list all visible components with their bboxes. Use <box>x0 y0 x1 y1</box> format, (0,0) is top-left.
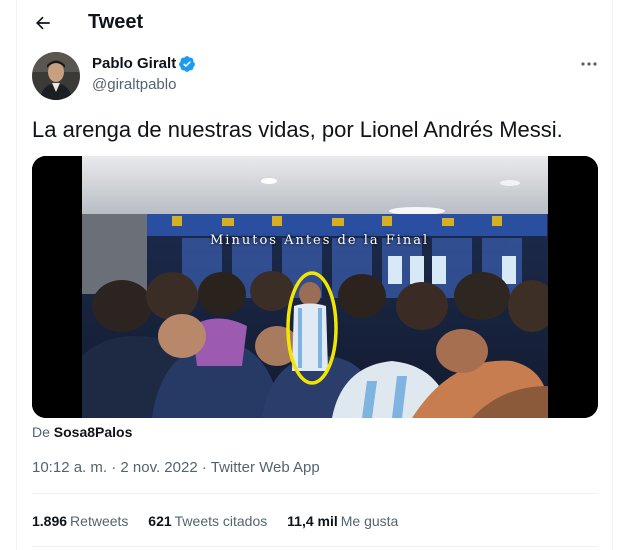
more-horizontal-icon <box>581 62 597 66</box>
source-prefix: De <box>32 424 50 440</box>
back-button[interactable] <box>28 8 58 38</box>
retweets-label: Retweets <box>70 513 129 529</box>
likes-count: 11,4 mil <box>287 513 338 529</box>
author-name[interactable]: Pablo Giralt <box>92 55 176 72</box>
verified-badge-icon <box>179 56 195 72</box>
video-player[interactable]: Minutos Antes de la Final <box>32 156 598 418</box>
column-border-right <box>612 0 613 550</box>
tweet-time[interactable]: 10:12 a. m. <box>32 459 107 476</box>
quote-tweets-stat[interactable]: 621 Tweets citados <box>148 513 267 529</box>
tweet-text: La arenga de nuestras vidas, por Lionel … <box>32 117 563 142</box>
media-source: De Sosa8Palos <box>32 424 132 440</box>
retweets-count: 1.896 <box>32 513 68 529</box>
divider <box>32 493 598 494</box>
quote-tweets-label: Tweets citados <box>174 513 268 529</box>
tweet-stats: 1.896 Retweets 621 Tweets citados 11,4 mil… <box>32 513 414 529</box>
meta-separator: · <box>201 459 207 476</box>
avatar-image <box>32 52 80 100</box>
tweet-client[interactable]: Twitter Web App <box>211 459 320 476</box>
retweets-stat[interactable]: 1.896 Retweets <box>32 513 128 529</box>
top-bar: Tweet <box>16 0 612 46</box>
source-link[interactable]: Sosa8Palos <box>54 424 133 440</box>
divider <box>32 546 598 547</box>
likes-label: Me gusta <box>340 513 399 529</box>
avatar[interactable] <box>32 52 80 100</box>
video-thumbnail <box>32 156 598 418</box>
tweet-metadata: 10:12 a. m. · 2 nov. 2022 · Twitter Web … <box>32 459 320 476</box>
quote-tweets-count: 621 <box>148 513 172 529</box>
author-handle[interactable]: @giraltpablo <box>92 76 176 93</box>
meta-separator: · <box>111 459 117 476</box>
arrow-left-icon <box>36 16 50 30</box>
column-border-left <box>16 0 17 550</box>
likes-stat[interactable]: 11,4 mil Me gusta <box>287 513 398 529</box>
more-options-button[interactable] <box>574 54 604 74</box>
tweet-date[interactable]: 2 nov. 2022 <box>120 459 197 476</box>
video-overlay-title: Minutos Antes de la Final <box>210 233 430 248</box>
page-title: Tweet <box>88 11 144 33</box>
